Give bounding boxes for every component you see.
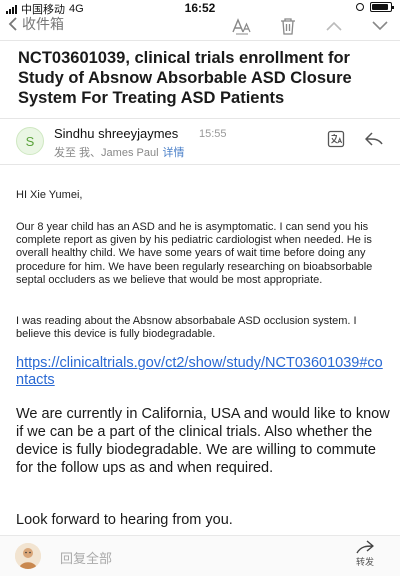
reply-all-button[interactable]: 回复全部 <box>60 548 112 567</box>
body-paragraph-1: Our 8 year child has an ASD and he is as… <box>16 221 373 286</box>
recipients: 发至 我、James Paul 详情 <box>54 144 185 160</box>
translate-icon[interactable] <box>326 129 346 149</box>
chevron-up-icon[interactable] <box>324 16 344 36</box>
chevron-left-icon <box>8 17 17 31</box>
battery-level <box>372 4 389 10</box>
body-paragraph-3: We are currently in California, USA and … <box>16 406 390 476</box>
clinical-trials-link[interactable]: https://clinicaltrials.gov/ct2/show/stud… <box>16 355 388 389</box>
trash-icon[interactable] <box>278 16 298 36</box>
back-label: 收件箱 <box>22 16 64 32</box>
clock: 16:52 <box>184 1 216 15</box>
body-paragraph-2: I was reading about the Absnow absorbaba… <box>16 315 357 341</box>
closing-line: Look forward to hearing from you. <box>16 512 233 528</box>
chevron-down-icon[interactable] <box>370 16 390 36</box>
recipients-text: 发至 我、James Paul <box>54 147 159 159</box>
greeting: HI Xie Yumei, <box>16 189 83 201</box>
details-link[interactable]: 详情 <box>163 147 185 159</box>
forward-label: 转发 <box>355 557 374 567</box>
battery-icon <box>370 2 394 12</box>
sender-avatar[interactable]: S <box>16 127 44 155</box>
font-size-icon[interactable] <box>232 16 252 36</box>
status-bar: 中国移动 4G 16:52 <box>0 0 400 16</box>
forward-button[interactable]: 转发 <box>350 540 380 568</box>
divider <box>0 118 400 119</box>
bottom-bar: 回复全部 转发 <box>0 535 400 576</box>
divider <box>0 40 400 41</box>
divider <box>0 164 400 165</box>
sender-row: S Sindhu shreeyjaymes 15:55 发至 我、James P… <box>16 125 386 161</box>
sent-time: 15:55 <box>199 128 227 140</box>
sender-name[interactable]: Sindhu shreeyjaymes <box>54 126 178 141</box>
forward-icon <box>356 540 374 554</box>
reply-icon[interactable] <box>364 129 384 149</box>
nav-bar: 收件箱 <box>0 14 400 38</box>
orientation-lock-icon <box>356 3 364 11</box>
email-subject: NCT03601039, clinical trials enrollment … <box>18 49 352 107</box>
user-avatar[interactable] <box>15 543 41 569</box>
back-button[interactable]: 收件箱 <box>8 14 64 34</box>
